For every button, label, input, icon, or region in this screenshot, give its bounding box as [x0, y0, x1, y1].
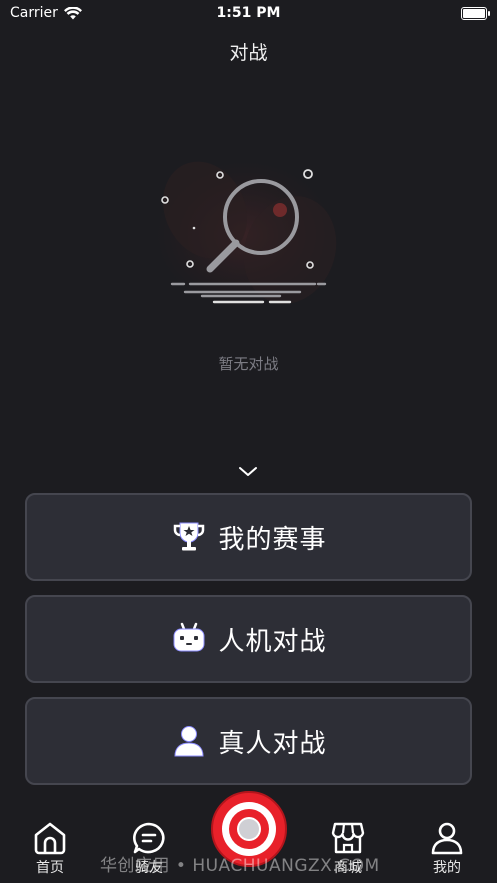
magnifier-icon: [155, 160, 337, 310]
battery-level: [463, 8, 485, 18]
chat-bubble-icon: [133, 822, 165, 854]
person-icon: [170, 722, 208, 760]
user-icon: [431, 822, 463, 855]
tab-mine-label: 我的: [433, 860, 461, 876]
vs-human-label: 真人对战: [218, 728, 327, 759]
my-events-label: 我的赛事: [218, 524, 327, 555]
home-icon: [34, 822, 66, 855]
vs-computer-label: 人机对战: [218, 626, 327, 657]
status-time: 1:51 PM: [216, 5, 281, 21]
battery-icon: [461, 6, 490, 20]
trophy-icon: [170, 518, 208, 556]
store-icon: [331, 822, 365, 854]
my-events-button[interactable]: 我的赛事: [25, 493, 472, 581]
robot-icon: [170, 620, 208, 658]
vs-human-button[interactable]: 真人对战: [25, 697, 472, 785]
status-bar: Carrier 1:51 PM: [0, 0, 497, 26]
vs-computer-button[interactable]: 人机对战: [25, 595, 472, 683]
page-title: 对战: [229, 42, 268, 64]
chevron-down-icon[interactable]: [236, 464, 260, 480]
tab-home-label: 首页: [36, 860, 64, 876]
watermark-text: 华创应用 • HUACHUANGZX.COM: [100, 856, 380, 876]
tab-home[interactable]: 首页: [20, 821, 80, 881]
tab-mine[interactable]: 我的: [417, 821, 477, 881]
empty-state-text: 暂无对战: [218, 355, 279, 373]
